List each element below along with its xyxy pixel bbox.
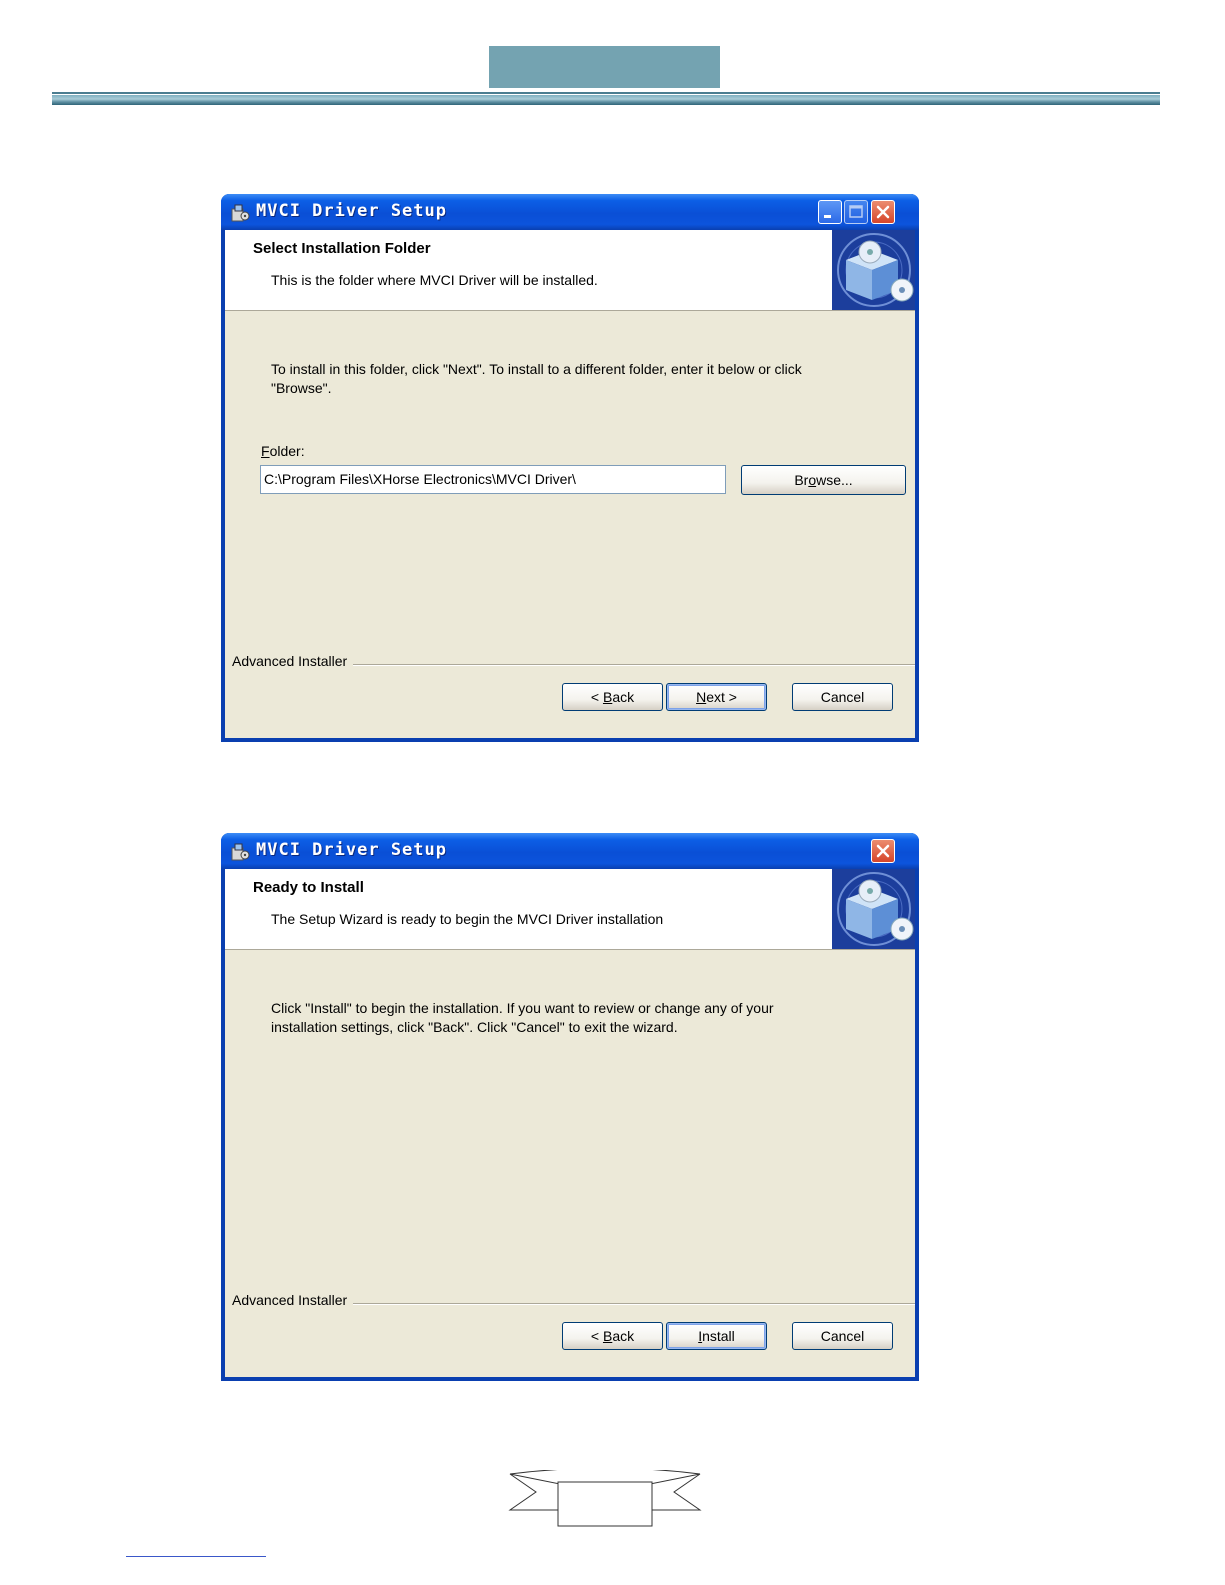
next-label-accel: N	[696, 689, 707, 705]
instructions-text: Click "Install" to begin the installatio…	[271, 999, 871, 1037]
back-button[interactable]: < Back	[562, 1322, 663, 1350]
installer-icon	[231, 843, 250, 861]
banner-title: Ready to Install	[253, 879, 364, 896]
instructions-line-2: "Browse".	[271, 380, 332, 396]
page-footer-ribbon	[508, 1470, 702, 1527]
back-label-accel: B	[602, 689, 613, 705]
window-title: MVCI Driver Setup	[256, 201, 447, 221]
page-header-box	[489, 46, 720, 88]
header-banner: Ready to Install The Setup Wizard is rea…	[225, 869, 915, 950]
installer-icon	[231, 204, 250, 222]
setup-dialog-ready-to-install: MVCI Driver Setup Ready to Install The S…	[221, 833, 919, 1381]
setup-box-cd-icon	[832, 869, 915, 949]
minimize-icon	[824, 215, 831, 218]
folder-label-accel: F	[261, 443, 270, 459]
folder-label: Folder:	[261, 443, 305, 459]
page-header-rule	[52, 92, 1160, 105]
folder-path-input[interactable]: C:\Program Files\XHorse Electronics\MVCI…	[260, 465, 726, 494]
next-button[interactable]: Next >	[666, 683, 767, 711]
browse-button[interactable]: Browse...	[741, 465, 906, 495]
back-label-pre: <	[590, 689, 603, 705]
close-icon	[876, 205, 890, 219]
header-banner: Select Installation Folder This is the f…	[225, 230, 915, 311]
back-button[interactable]: < Back	[562, 683, 663, 711]
install-button[interactable]: Install	[666, 1322, 767, 1350]
dialog-client-area: Select Installation Folder This is the f…	[225, 230, 915, 738]
close-button[interactable]	[871, 839, 895, 863]
dialog-client-area: Ready to Install The Setup Wizard is rea…	[225, 869, 915, 1377]
cancel-button[interactable]: Cancel	[792, 683, 893, 711]
setup-box-cd-icon	[832, 230, 915, 310]
instructions-line-1: Click "Install" to begin the installatio…	[271, 1000, 774, 1016]
instructions-line-1: To install in this folder, click "Next".…	[271, 361, 802, 377]
banner-title: Select Installation Folder	[253, 240, 431, 257]
close-icon	[876, 844, 890, 858]
window-title: MVCI Driver Setup	[256, 840, 447, 860]
setup-dialog-select-folder: MVCI Driver Setup Select Installation Fo…	[221, 194, 919, 742]
install-label-post: nstall	[702, 1328, 735, 1344]
browse-label-accel: o	[808, 472, 817, 488]
cancel-button[interactable]: Cancel	[792, 1322, 893, 1350]
banner-subtitle: This is the folder where MVCI Driver wil…	[271, 272, 598, 288]
advanced-installer-label: Advanced Installer	[232, 653, 354, 669]
close-button[interactable]	[871, 200, 895, 224]
maximize-button[interactable]	[844, 200, 868, 224]
title-bar[interactable]: MVCI Driver Setup	[221, 833, 919, 869]
back-label-post: ack	[612, 1328, 635, 1344]
banner-subtitle: The Setup Wizard is ready to begin the M…	[271, 911, 664, 927]
advanced-installer-label: Advanced Installer	[232, 1292, 354, 1308]
next-label-post: ext >	[706, 689, 737, 705]
folder-label-rest: older:	[269, 443, 305, 459]
title-bar[interactable]: MVCI Driver Setup	[221, 194, 919, 230]
instructions-line-2: installation settings, click "Back". Cli…	[271, 1019, 678, 1035]
minimize-button[interactable]	[818, 200, 842, 224]
browse-label-pre: Br	[794, 472, 809, 488]
instructions-text: To install in this folder, click "Next".…	[271, 360, 871, 398]
maximize-icon	[849, 205, 863, 218]
browse-label-post: wse...	[816, 472, 853, 488]
back-label-post: ack	[612, 689, 635, 705]
back-label-accel: B	[602, 1328, 613, 1344]
back-label-pre: <	[590, 1328, 603, 1344]
footer-link-underline	[126, 1556, 266, 1557]
